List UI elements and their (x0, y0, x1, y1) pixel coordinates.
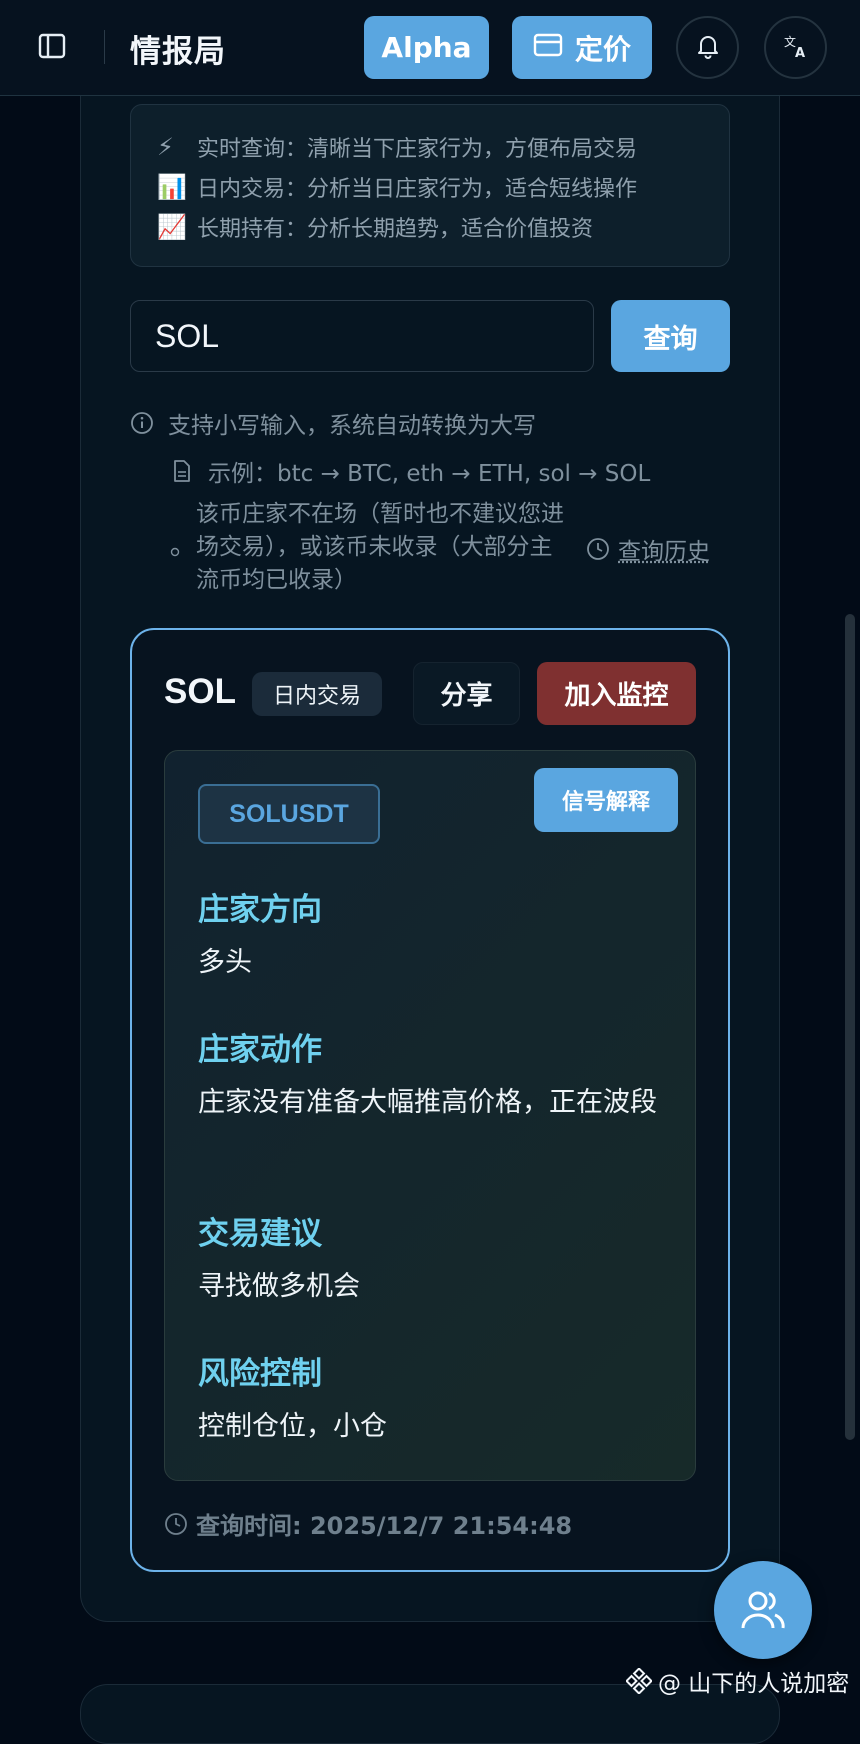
query-button[interactable]: 查询 (611, 300, 730, 372)
scrollbar-thumb[interactable] (845, 614, 855, 1440)
hint-uppercase: 支持小写输入，系统自动转换为大写 (130, 406, 536, 440)
query-history-link[interactable]: 查询历史 (586, 532, 710, 566)
symbol-search-input[interactable]: SOL (130, 300, 594, 372)
svg-text:A: A (795, 46, 805, 60)
header-divider (104, 30, 105, 64)
watermark: @ 山下的人说加密 (626, 1664, 849, 1698)
timestamp-text: 查询时间: 2025/12/7 21:54:48 (196, 1512, 573, 1540)
mode-info-box: ⚡ 实时查询：清晰当下庄家行为，方便布局交易 📊 日内交易：分析当日庄家行为，适… (130, 104, 730, 267)
dot-icon (170, 542, 180, 561)
bar-chart-icon: 📊 (157, 173, 187, 201)
translate-icon: 文 A (782, 32, 810, 64)
app-title: 情报局 (130, 34, 226, 70)
mode-description: 长期持有：分析长期趋势，适合价值投资 (197, 217, 594, 242)
section-title: 风险控制 (198, 1356, 322, 1392)
section-body: 多头 (198, 947, 252, 978)
trend-up-icon: 📈 (157, 213, 187, 241)
coin-symbol: SOL (164, 672, 236, 711)
section-title: 交易建议 (198, 1216, 322, 1252)
pricing-label: 定价 (574, 32, 631, 66)
watermark-text: @ 山下的人说加密 (658, 1671, 850, 1697)
hint-example: 示例：btc → BTC, eth → ETH, sol → SOL (172, 454, 650, 488)
section-title: 庄家动作 (198, 1032, 322, 1068)
hint-text: 支持小写输入，系统自动转换为大写 (168, 413, 536, 439)
clock-icon (164, 1512, 188, 1536)
pricing-button[interactable]: 定价 (512, 16, 652, 79)
credit-card-icon (533, 31, 563, 64)
mode-line-intraday: 📊 日内交易：分析当日庄家行为，适合短线操作 (157, 167, 703, 207)
notifications-button[interactable] (676, 16, 739, 79)
mode-description: 实时查询：清晰当下庄家行为，方便布局交易 (197, 137, 638, 162)
add-monitor-button[interactable]: 加入监控 (537, 662, 696, 725)
info-icon (130, 411, 154, 435)
language-button[interactable]: 文 A (764, 16, 827, 79)
top-bar: 情报局 Alpha 定价 文 A (0, 0, 860, 96)
clock-icon (586, 537, 610, 561)
community-button[interactable] (714, 1561, 812, 1659)
section-body: 庄家没有准备大幅推高价格，正在波段 (198, 1087, 657, 1118)
alpha-button[interactable]: Alpha (364, 16, 489, 79)
query-timestamp: 查询时间: 2025/12/7 21:54:48 (164, 1506, 572, 1541)
lightning-icon: ⚡ (157, 133, 174, 161)
section-title: 庄家方向 (198, 892, 322, 928)
mode-line-realtime: ⚡ 实时查询：清晰当下庄家行为，方便布局交易 (157, 127, 703, 167)
bell-icon (696, 33, 720, 63)
sidebar-toggle-icon[interactable] (34, 28, 70, 64)
section-body: 寻找做多机会 (198, 1271, 360, 1302)
hint-text: 示例：btc → BTC, eth → ETH, sol → SOL (208, 461, 651, 487)
history-label: 查询历史 (618, 539, 710, 565)
diamond-logo-icon (626, 1668, 652, 1694)
users-icon (739, 1588, 787, 1632)
mode-badge: 日内交易 (252, 672, 382, 716)
document-icon (172, 459, 192, 483)
pair-badge: SOLUSDT (198, 784, 380, 844)
signal-explain-button[interactable]: 信号解释 (534, 768, 678, 832)
mode-description: 日内交易：分析当日庄家行为，适合短线操作 (197, 177, 638, 202)
hint-not-listed: 该币庄家不在场（暂时也不建议您进场交易），或该币未收录（大部分主流币均已收录） (196, 501, 564, 593)
section-body: 控制仓位，小仓 (198, 1411, 387, 1442)
share-button[interactable]: 分享 (413, 662, 520, 725)
mode-line-longterm: 📈 长期持有：分析长期趋势，适合价值投资 (157, 207, 703, 247)
